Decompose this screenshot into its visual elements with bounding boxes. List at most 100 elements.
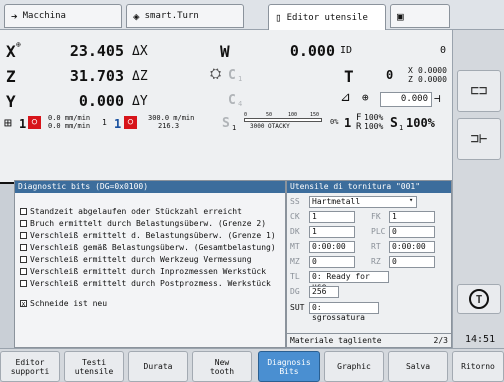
channel-2b-number: 1: [114, 117, 122, 131]
stop-indicator-1: ○: [28, 116, 41, 129]
mt-field[interactable]: 0:00:00: [309, 241, 355, 253]
softkey-durata[interactable]: Durata: [128, 351, 188, 382]
plc-field[interactable]: 0: [389, 226, 435, 238]
feed-2b: 216.3: [158, 122, 180, 130]
ck-label: CK: [290, 212, 300, 221]
tab-machine-label: Macchina: [22, 11, 66, 21]
tool-title: Utensile di tornitura "001": [287, 181, 451, 193]
diag-item-7[interactable]: x Schneide ist neu: [20, 299, 107, 308]
diag-item-3[interactable]: Verschleiß gemäß Belastungsüberw. (Gesam…: [20, 243, 276, 252]
rz-field[interactable]: 0: [389, 256, 435, 268]
diag-item-0[interactable]: Standzeit abgelaufen oder Stückzahl erre…: [20, 207, 242, 216]
axis-z-label: Z: [6, 67, 16, 86]
softkey-ritorno[interactable]: Ritorno: [452, 351, 504, 382]
channel-2-number: 1: [102, 118, 107, 127]
clock: 14:51: [465, 334, 496, 345]
checkbox[interactable]: [20, 220, 27, 227]
tab-save[interactable]: ▣: [390, 4, 450, 28]
ss-select[interactable]: Hartmetall: [309, 196, 417, 208]
t-x-label: X: [408, 66, 413, 75]
tl-select[interactable]: 0: Ready for use: [309, 271, 389, 291]
softkey-diagnosis-bits[interactable]: Diagnosis Bits: [258, 351, 320, 382]
softkey-graphic[interactable]: Graphic: [324, 351, 384, 382]
diamond-arrow-icon: ◈: [133, 9, 140, 23]
diag-item-5-label: Verschleiß ermittelt durch Inprozmessen …: [30, 267, 267, 276]
spindle-load-gauge: 0 50 100 150 3000 OTACKY: [244, 112, 324, 130]
channel-icon: ⊞: [4, 116, 12, 131]
mz-field[interactable]: 0: [309, 256, 355, 268]
feed-2a: 300.0 m/min: [148, 114, 195, 122]
mt-label: MT: [290, 242, 300, 251]
sut-select[interactable]: 0: sgrossatura: [309, 302, 379, 322]
sut-label: SUT: [290, 303, 305, 312]
diag-item-5[interactable]: Verschleiß ermittelt durch Inprozmessen …: [20, 267, 266, 276]
axis-c4-label: C: [228, 93, 236, 108]
softkey-salva[interactable]: Salva: [388, 351, 448, 382]
diag-item-7-label: Schneide ist neu: [30, 299, 108, 308]
diag-item-2[interactable]: Verschleiß ermittelt d. Belastungsüberw.…: [20, 231, 276, 240]
ck-field[interactable]: 1: [309, 211, 355, 223]
checkbox[interactable]: [20, 280, 27, 287]
t-z-label: Z: [408, 75, 413, 84]
feed-1b: 0.0 mm/min: [48, 122, 91, 130]
gauge-bar: [244, 118, 322, 122]
axis-x-label: X: [6, 42, 16, 61]
r-label: R: [356, 122, 362, 132]
dg-field[interactable]: 256: [309, 286, 339, 298]
ss-label: SS: [290, 197, 300, 206]
chevron-down-icon: ▾: [409, 196, 414, 204]
checkbox[interactable]: [20, 244, 27, 251]
tool-holder-icon: ⊿: [340, 90, 351, 105]
right-softkey-column: ⊏⊐ ⊐⊢ T 14:51: [452, 30, 504, 348]
diag-item-3-label: Verschleiß gemäß Belastungsüberw. (Gesam…: [30, 243, 276, 252]
dk-field[interactable]: 1: [309, 226, 355, 238]
tab-tool-editor[interactable]: ▯ Editor utensile: [268, 4, 386, 30]
axis-x-sup: ⊕: [16, 40, 21, 49]
tab-machine[interactable]: ➔ Macchina: [4, 4, 122, 28]
tool-footer-label: Materiale tagliente: [290, 336, 382, 345]
machine-view-button[interactable]: ⊏⊐: [457, 70, 501, 112]
tool-view-button[interactable]: T: [457, 284, 501, 314]
axis-x-value: 23.405: [69, 42, 124, 60]
feed-1a: 0.0 mm/min: [48, 114, 91, 122]
checkbox[interactable]: [20, 256, 27, 263]
softkey-new-tooth[interactable]: New tooth: [192, 351, 252, 382]
checkbox[interactable]: [20, 208, 27, 215]
softkey-bar: Editor supporti Testi utensile Durata Ne…: [0, 348, 504, 382]
fk-field[interactable]: 1: [389, 211, 435, 223]
diag-item-6[interactable]: Verschleiß ermittelt durch Postprozmess.…: [20, 279, 271, 288]
softkey-testi-utensile[interactable]: Testi utensile: [64, 351, 124, 382]
mode-tab-bar: ➔ Macchina ◈ smart.Turn ▯ Editor utensil…: [0, 0, 504, 30]
diag-item-4[interactable]: Verschleiß ermittelt durch Werkzeug Verm…: [20, 255, 252, 264]
axis-y-label: Y: [6, 92, 16, 111]
tab-tool-editor-label: Editor utensile: [286, 12, 368, 23]
checkbox-checked[interactable]: x: [20, 300, 27, 308]
checkbox[interactable]: [20, 232, 27, 239]
tool-data-panel: Utensile di tornitura "001" SS Hartmetal…: [286, 180, 452, 348]
rt-field[interactable]: 0:00:00: [389, 241, 435, 253]
r-pct: 100%: [364, 122, 384, 131]
diag-item-6-label: Verschleiß ermittelt durch Postprozmess.…: [30, 279, 271, 288]
tl-label: TL: [290, 272, 300, 281]
diag-item-1[interactable]: Bruch ermittelt durch Belastungsüberw. (…: [20, 219, 266, 228]
arrow-right-icon: ➔: [11, 9, 18, 23]
position-display: X ⊕ 23.405 ΔX W 0.000 ID 0 Z 31.703 ΔZ ⛭…: [0, 30, 452, 184]
spindle-view-button[interactable]: ⊐⊢: [457, 118, 501, 160]
id-value: 0: [439, 45, 446, 56]
t-x-value: 0.0000: [418, 66, 447, 75]
channel-number: 1: [19, 117, 27, 131]
axis-w-label: W: [220, 42, 230, 61]
axis-z-delta: ΔZ: [132, 69, 148, 84]
dk-label: DK: [290, 227, 300, 236]
tab-smart-turn[interactable]: ◈ smart.Turn: [126, 4, 244, 28]
mz-label: MZ: [290, 257, 300, 266]
id-label: ID: [340, 45, 353, 56]
document-icon: ▯: [275, 11, 282, 24]
s2-label: S: [390, 116, 398, 131]
tool-footer: Materiale tagliente 2/3: [287, 333, 451, 347]
checkbox[interactable]: [20, 268, 27, 275]
spindle-lock-icon: ⛭: [210, 66, 222, 82]
softkey-editor-supporti[interactable]: Editor supporti: [0, 351, 60, 382]
s-sub: 1: [232, 124, 237, 132]
axis-z-value: 31.703: [69, 67, 124, 85]
